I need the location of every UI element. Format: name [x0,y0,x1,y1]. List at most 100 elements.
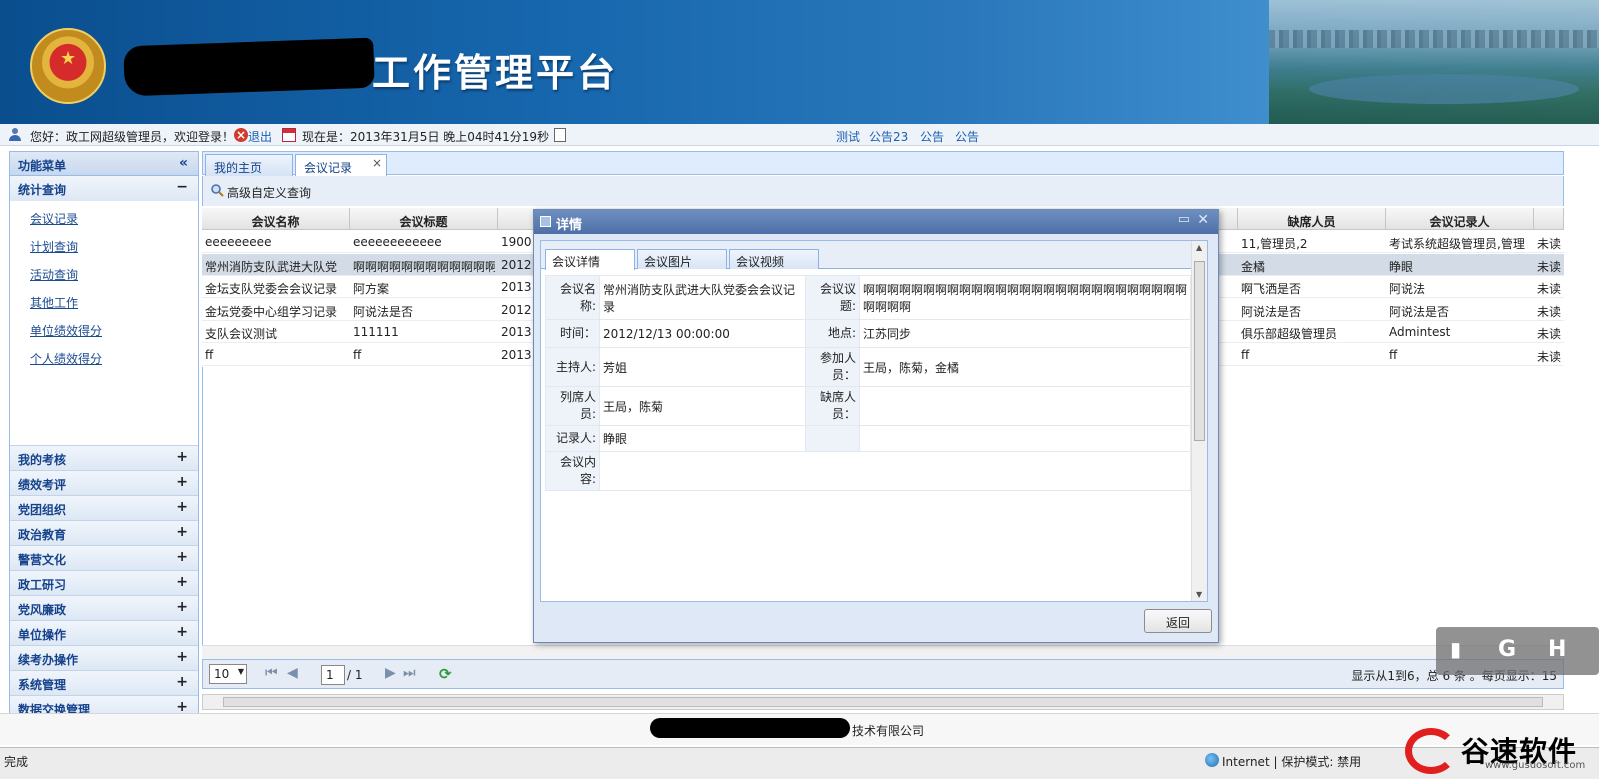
cell-status: 未读 [1537,237,1562,251]
menu-group-6[interactable]: 党风廉政 + [10,595,198,620]
value-host: 芳姐 [599,347,806,387]
expand-icon[interactable]: + [176,674,188,690]
menu-group-5[interactable]: 政工研习 + [10,570,198,595]
window-icon [540,216,551,227]
page-size-select[interactable]: 10 ▼ [209,664,247,684]
grid-hscroll[interactable] [202,645,1564,659]
expand-icon[interactable]: + [176,624,188,640]
value-meeting-name: 常州消防支队武进大队党委会会议记录 [599,275,806,320]
cell-name: 常州消防支队武进大队党 [205,259,338,274]
total-pages: / 1 [347,668,363,682]
menu-group-label: 单位操作 [18,628,67,642]
menu-group-0[interactable]: 我的考核 + [10,445,198,470]
notice-link-2[interactable]: 公告23 [869,128,908,145]
cell-title: 阿方案 [353,282,390,296]
expand-icon[interactable]: + [176,449,188,465]
dialog-titlebar[interactable]: 详情 ▭ ✕ [534,210,1218,234]
expand-icon[interactable]: + [176,499,188,515]
label-content: 会议内容: [545,451,600,491]
tab-meeting-records[interactable]: 会议记录 × [295,154,387,176]
page-number-input[interactable]: 1 [321,665,345,685]
cell-recorder: 阿说法是否 [1389,304,1450,319]
label-time: 时间： [545,319,600,348]
document-icon[interactable] [554,128,566,142]
collapse-icon[interactable]: « [179,155,188,171]
label-place: 地点: [805,319,860,348]
menu-item-personal-score[interactable]: 个人绩效得分 [10,345,198,373]
badge-letter-h: H [1548,637,1567,662]
tab-meeting-images[interactable]: 会议图片 [637,249,727,269]
value-attendees: 王局，陈菊 [599,386,806,426]
detail-dialog: 详情 ▭ ✕ 会议详情 会议图片 会议视频 会议名称: 常州消防支队武进大队党委… [533,209,1219,643]
main-tab-bar: 我的主页 会议记录 × [202,151,1564,176]
redacted-title-mark [123,37,375,97]
first-page-icon[interactable]: ⏮ [265,665,278,681]
cell-title: eeeeeeeeeeee [353,235,442,249]
scroll-thumb[interactable] [223,697,1543,707]
col-header-name[interactable]: 会议名称 [202,208,350,230]
refresh-icon[interactable]: ⟳ [439,665,452,683]
menu-group-8[interactable]: 续考办操作 + [10,645,198,670]
prev-page-icon[interactable]: ◀ [287,665,298,681]
expand-icon[interactable]: + [176,599,188,615]
advanced-query-button[interactable]: 高级自定义查询 [227,184,311,201]
menu-group-label: 统计查询 [18,183,67,197]
browser-status-bar: 完成 Internet | 保护模式: 禁用 [0,747,1599,779]
close-icon[interactable]: × [372,156,382,170]
tab-meeting-video[interactable]: 会议视频 [729,249,819,269]
globe-icon [1205,753,1219,767]
col-header-status[interactable] [1534,208,1564,230]
menu-group-7[interactable]: 单位操作 + [10,620,198,645]
menu-item-meeting-records[interactable]: 会议记录 [10,205,198,233]
dialog-vscroll[interactable]: ▲ ▼ [1191,241,1207,601]
logout-link[interactable]: 退出 [248,128,272,145]
expand-icon[interactable]: + [176,474,188,490]
page-hscroll[interactable] [202,694,1564,710]
user-icon [9,128,21,141]
menu-item-plan-query[interactable]: 计划查询 [10,233,198,261]
last-page-icon[interactable]: ⏭ [403,665,416,681]
notice-link-3[interactable]: 公告 [920,128,944,145]
close-icon[interactable]: ✕ [1197,212,1209,228]
menu-group-label: 党风廉政 [18,603,67,617]
notice-link-4[interactable]: 公告 [955,128,979,145]
cell-date: 2013/ [501,325,531,339]
info-bar: 您好：政工网超级管理员，欢迎登录！ × 退出 现在是：2013年31月5日 晚上… [0,124,1599,146]
menu-group-4[interactable]: 警营文化 + [10,545,198,570]
search-icon [211,184,224,197]
detail-table: 会议名称: 常州消防支队武进大队党委会会议记录 会议议题: 啊啊啊啊啊啊啊啊啊啊… [545,275,1191,491]
expand-icon[interactable]: + [176,574,188,590]
collapse-toggle-icon[interactable]: − [176,179,188,195]
menu-group-label: 绩效考评 [18,478,67,492]
expand-icon[interactable]: + [176,549,188,565]
menu-item-other-work[interactable]: 其他工作 [10,289,198,317]
menu-group-3[interactable]: 政治教育 + [10,520,198,545]
scroll-thumb[interactable] [1194,261,1205,441]
expand-icon[interactable]: + [176,524,188,540]
label-recorder: 记录人: [545,425,600,452]
scroll-up-icon[interactable]: ▲ [1196,243,1202,252]
menu-item-unit-score[interactable]: 单位绩效得分 [10,317,198,345]
menu-group-label: 系统管理 [18,678,67,692]
tab-home[interactable]: 我的主页 [205,154,293,176]
police-emblem-icon: ★ [30,28,106,104]
menu-group-label: 政工研习 [18,578,67,592]
expand-icon[interactable]: + [176,649,188,665]
menu-item-activity-query[interactable]: 活动查询 [10,261,198,289]
menu-group-9[interactable]: 系统管理 + [10,670,198,695]
col-header-absent[interactable]: 缺席人员 [1238,208,1386,230]
tab-meeting-detail[interactable]: 会议详情 [545,249,635,270]
brand-url: www.gusuosoft.com [1485,760,1586,771]
menu-group-1[interactable]: 绩效考评 + [10,470,198,495]
back-button[interactable]: 返回 [1144,609,1212,633]
notice-link-1[interactable]: 测试 [836,128,860,145]
scroll-down-icon[interactable]: ▼ [1196,590,1202,599]
col-header-title[interactable]: 会议标题 [350,208,498,230]
menu-group-stats[interactable]: 统计查询 − [10,176,198,201]
status-text: 完成 [4,755,29,769]
menu-group-2[interactable]: 党团组织 + [10,495,198,520]
col-header-recorder[interactable]: 会议记录人 [1386,208,1534,230]
next-page-icon[interactable]: ▶ [385,665,396,681]
logout-icon[interactable]: × [234,128,248,142]
maximize-icon[interactable]: ▭ [1178,212,1190,227]
